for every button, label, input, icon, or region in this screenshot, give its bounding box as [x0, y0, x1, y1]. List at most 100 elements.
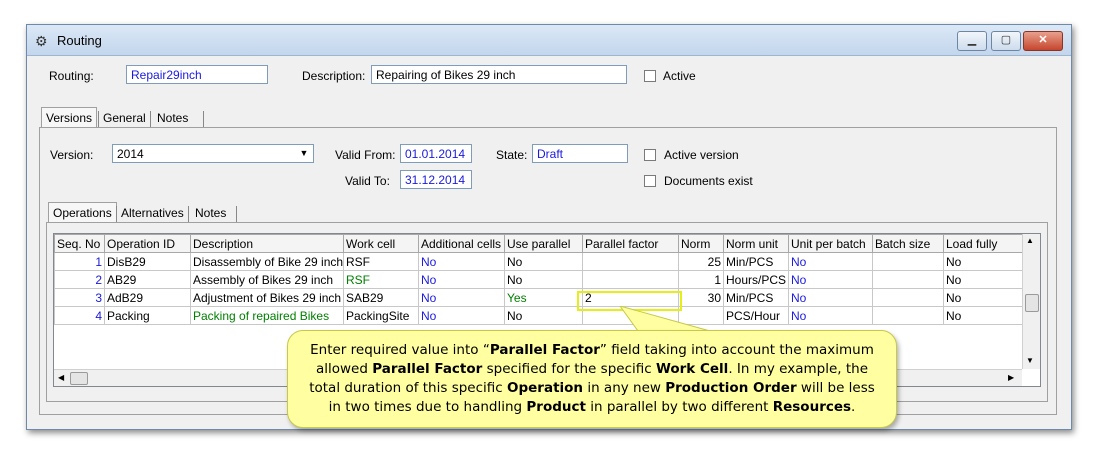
load-fully-cell[interactable]: No: [943, 270, 1023, 289]
documents-exist-checkbox[interactable]: [644, 175, 656, 187]
work-cell-cell[interactable]: RSF: [343, 252, 419, 271]
callout-line: allowed Parallel Factor specified for th…: [315, 361, 868, 377]
additional-cells-cell[interactable]: No: [418, 252, 505, 271]
work-cell-cell[interactable]: PackingSite: [343, 306, 419, 325]
seq-no-cell[interactable]: 1: [54, 252, 105, 271]
additional-cells-cell[interactable]: No: [418, 270, 505, 289]
load-fully-cell[interactable]: No: [943, 252, 1023, 271]
column-header[interactable]: Description: [190, 234, 344, 253]
seq-no-cell[interactable]: 2: [54, 270, 105, 289]
unit-per-batch-cell[interactable]: No: [788, 270, 873, 289]
column-header[interactable]: Norm: [678, 234, 724, 253]
description-cell[interactable]: Adjustment of Bikes 29 inch: [190, 288, 344, 307]
operation-id-cell[interactable]: AdB29: [104, 288, 191, 307]
batch-size-cell[interactable]: [872, 252, 944, 271]
state-field[interactable]: Draft: [532, 144, 628, 163]
tab-sub-notes[interactable]: Notes: [191, 203, 230, 223]
scroll-down-icon[interactable]: ▼: [1026, 356, 1034, 365]
tab-operations[interactable]: Operations: [48, 202, 117, 223]
norm-cell[interactable]: 1: [678, 270, 724, 289]
table-row[interactable]: 1 DisB29 Disassembly of Bike 29 inch RSF…: [54, 252, 1023, 271]
version-select[interactable]: 2014: [112, 144, 314, 163]
scroll-thumb-horizontal[interactable]: [70, 372, 88, 385]
batch-size-cell[interactable]: [872, 270, 944, 289]
additional-cells-cell[interactable]: No: [418, 306, 505, 325]
seq-no-cell[interactable]: 4: [54, 306, 105, 325]
scroll-left-icon[interactable]: ◀: [58, 373, 64, 382]
description-cell[interactable]: Packing of repaired Bikes: [190, 306, 344, 325]
operation-id-cell[interactable]: AB29: [104, 270, 191, 289]
column-header[interactable]: Use parallel: [504, 234, 583, 253]
instruction-callout: Enter required value into “Parallel Fact…: [287, 330, 897, 428]
unit-per-batch-cell[interactable]: No: [788, 306, 873, 325]
use-parallel-cell[interactable]: Yes: [504, 288, 583, 307]
norm-unit-cell[interactable]: Hours/PCS: [723, 270, 789, 289]
load-fully-cell[interactable]: No: [943, 288, 1023, 307]
use-parallel-cell[interactable]: No: [504, 306, 583, 325]
scroll-up-icon[interactable]: ▲: [1026, 236, 1034, 245]
chevron-down-icon[interactable]: ▼: [296, 146, 312, 161]
description-cell[interactable]: Disassembly of Bike 29 inch: [190, 252, 344, 271]
title-bar[interactable]: ⚙ Routing ▁ ▢ ✕: [27, 25, 1071, 56]
valid-from-field[interactable]: 01.01.2014: [400, 144, 472, 163]
maximize-button[interactable]: ▢: [991, 31, 1021, 51]
scroll-thumb[interactable]: [1025, 294, 1039, 312]
unit-per-batch-cell[interactable]: No: [788, 288, 873, 307]
parallel-factor-cell[interactable]: [582, 270, 679, 289]
active-version-checkbox[interactable]: [644, 149, 656, 161]
operation-id-cell[interactable]: Packing: [104, 306, 191, 325]
use-parallel-cell[interactable]: No: [504, 252, 583, 271]
scroll-right-icon[interactable]: ▶: [1008, 373, 1014, 382]
tab-divider: [236, 206, 237, 222]
unit-per-batch-cell[interactable]: No: [788, 252, 873, 271]
version-label: Version:: [50, 148, 94, 162]
norm-unit-cell[interactable]: Min/PCS: [723, 288, 789, 307]
tab-notes[interactable]: Notes: [153, 108, 192, 128]
parallel-factor-cell[interactable]: [582, 252, 679, 271]
callout-line: total duration of this specific Operatio…: [309, 380, 875, 396]
work-cell-cell[interactable]: SAB29: [343, 288, 419, 307]
routing-field[interactable]: Repair29inch: [126, 65, 268, 84]
valid-to-label: Valid To:: [345, 174, 390, 188]
table-row[interactable]: 3 AdB29 Adjustment of Bikes 29 inch SAB2…: [54, 288, 1023, 307]
operation-id-cell[interactable]: DisB29: [104, 252, 191, 271]
tab-divider: [188, 206, 189, 222]
valid-from-label: Valid From:: [335, 148, 396, 162]
norm-unit-cell[interactable]: PCS/Hour: [723, 306, 789, 325]
column-header[interactable]: Seq. No: [54, 234, 105, 253]
work-cell-cell[interactable]: RSF: [343, 270, 419, 289]
close-button[interactable]: ✕: [1023, 31, 1063, 51]
use-parallel-cell[interactable]: No: [504, 270, 583, 289]
active-label: Active: [663, 69, 696, 83]
active-version-label: Active version: [664, 148, 739, 162]
norm-unit-cell[interactable]: Min/PCS: [723, 252, 789, 271]
active-checkbox[interactable]: [644, 70, 656, 82]
batch-size-cell[interactable]: [872, 306, 944, 325]
column-header[interactable]: Load fully: [943, 234, 1023, 253]
norm-cell[interactable]: 30: [678, 288, 724, 307]
column-header[interactable]: Norm unit: [723, 234, 789, 253]
documents-exist-label: Documents exist: [664, 174, 753, 188]
tab-general[interactable]: General: [99, 108, 150, 128]
column-header[interactable]: Unit per batch: [788, 234, 873, 253]
load-fully-cell[interactable]: No: [943, 306, 1023, 325]
tab-versions[interactable]: Versions: [41, 107, 98, 128]
valid-to-field[interactable]: 31.12.2014: [400, 170, 472, 189]
table-row[interactable]: 2 AB29 Assembly of Bikes 29 inch RSF No …: [54, 270, 1023, 289]
seq-no-cell[interactable]: 3: [54, 288, 105, 307]
column-header[interactable]: Work cell: [343, 234, 419, 253]
batch-size-cell[interactable]: [872, 288, 944, 307]
norm-cell[interactable]: 25: [678, 252, 724, 271]
description-cell[interactable]: Assembly of Bikes 29 inch: [190, 270, 344, 289]
column-header[interactable]: Parallel factor: [582, 234, 679, 253]
minimize-button[interactable]: ▁: [957, 31, 987, 51]
column-header[interactable]: Additional cells: [418, 234, 505, 253]
table-row[interactable]: 4 Packing Packing of repaired Bikes Pack…: [54, 306, 1023, 325]
tab-alternatives[interactable]: Alternatives: [117, 203, 188, 223]
column-header[interactable]: Batch size: [872, 234, 944, 253]
routing-label: Routing:: [49, 69, 94, 83]
vertical-scrollbar[interactable]: ▲ ▼: [1022, 234, 1040, 369]
description-field[interactable]: Repairing of Bikes 29 inch: [371, 65, 627, 84]
column-header[interactable]: Operation ID: [104, 234, 191, 253]
additional-cells-cell[interactable]: No: [418, 288, 505, 307]
